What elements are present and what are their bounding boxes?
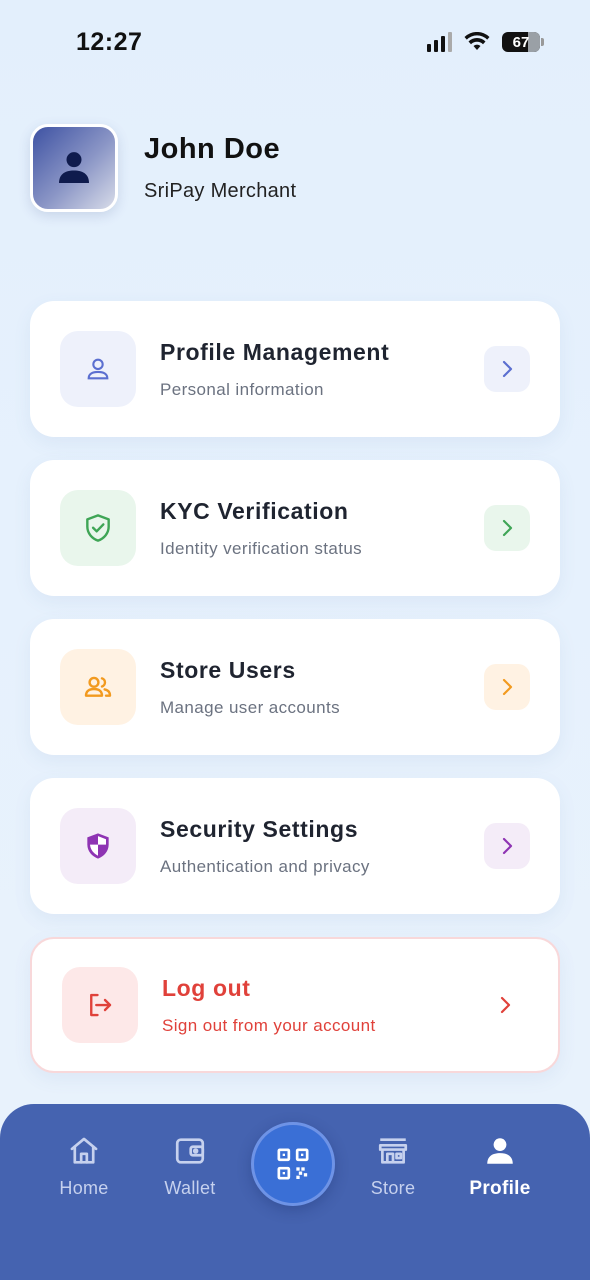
card-subtitle: Authentication and privacy (160, 856, 370, 876)
nav-label: Home (59, 1178, 109, 1198)
battery-icon: 67 (502, 32, 544, 52)
nav-label: Store (370, 1178, 416, 1198)
kyc-icon-box (60, 490, 136, 566)
store-users-card[interactable]: Store Users Manage user accounts (30, 619, 560, 755)
status-bar: 12:27 67 (0, 0, 590, 88)
chevron-right-icon[interactable] (484, 823, 530, 869)
security-settings-card[interactable]: Security Settings Authentication and pri… (30, 778, 560, 914)
qr-scan-button[interactable] (251, 1122, 335, 1206)
security-shield-icon (87, 833, 109, 859)
qr-scan-icon (277, 1148, 309, 1180)
card-subtitle: Personal information (160, 379, 324, 399)
profile-menu: Profile Management Personal information … (30, 301, 560, 1096)
bottom-navigation: Home Wallet Store Profile (0, 1104, 590, 1280)
wallet-icon (175, 1138, 205, 1164)
cellular-signal-icon (427, 32, 452, 52)
chevron-right-icon[interactable] (484, 505, 530, 551)
profile-management-card[interactable]: Profile Management Personal information (30, 301, 560, 437)
chevron-right-icon[interactable] (484, 664, 530, 710)
card-title: KYC Verification (160, 497, 349, 524)
status-icons: 67 (427, 32, 544, 52)
card-subtitle: Identity verification status (160, 538, 363, 558)
store-users-icon-box (60, 649, 136, 725)
nav-label: Wallet (164, 1178, 216, 1198)
nav-store[interactable]: Store (343, 1134, 443, 1199)
wifi-icon (464, 32, 490, 50)
nav-profile[interactable]: Profile (450, 1134, 550, 1200)
person-icon (59, 152, 89, 183)
profile-header: John Doe SriPay Merchant (30, 124, 296, 212)
card-title: Security Settings (160, 815, 359, 842)
nav-home[interactable]: Home (34, 1134, 134, 1199)
card-subtitle: Manage user accounts (160, 697, 340, 717)
chevron-right-icon[interactable] (482, 982, 528, 1028)
avatar (30, 124, 118, 212)
battery-level: 67 (512, 33, 530, 51)
shield-check-icon (86, 514, 110, 542)
card-subtitle: Sign out from your account (162, 1015, 376, 1035)
security-icon-box (60, 808, 136, 884)
user-role: SriPay Merchant (144, 180, 297, 202)
users-icon (84, 676, 112, 697)
profile-management-icon-box (60, 331, 136, 407)
home-icon (70, 1137, 98, 1164)
card-title: Profile Management (160, 338, 390, 365)
nav-wallet[interactable]: Wallet (140, 1134, 240, 1199)
store-icon (378, 1138, 408, 1164)
person-outline-icon (87, 358, 109, 380)
kyc-verification-card[interactable]: KYC Verification Identity verification s… (30, 460, 560, 596)
logout-card[interactable]: Log out Sign out from your account (30, 937, 560, 1073)
card-title: Log out (162, 974, 251, 1001)
person-icon (487, 1138, 513, 1164)
logout-icon-box (62, 967, 138, 1043)
chevron-right-icon[interactable] (484, 346, 530, 392)
status-time: 12:27 (76, 28, 143, 56)
nav-label: Profile (469, 1178, 531, 1199)
user-name: John Doe (144, 133, 281, 165)
logout-icon (90, 993, 112, 1017)
card-title: Store Users (160, 656, 296, 683)
